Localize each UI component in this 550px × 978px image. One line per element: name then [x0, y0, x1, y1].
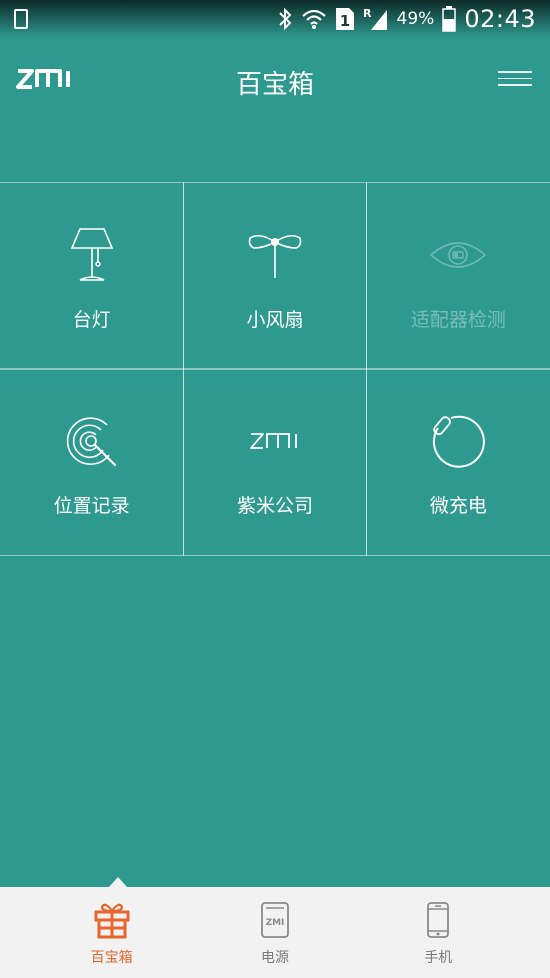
signal-icon: R	[363, 7, 387, 30]
grid-item-label: 小风扇	[246, 309, 304, 332]
sim-card-icon	[14, 9, 28, 29]
status-bar: 1 R 49% 02:43	[0, 0, 550, 38]
power-bank-icon: ZMI	[261, 902, 289, 938]
location-radar-icon	[60, 409, 124, 473]
active-tab-pointer	[109, 877, 127, 887]
power-ring-icon	[426, 409, 490, 473]
page-title: 百宝箱	[235, 69, 314, 100]
nav-item-toolbox[interactable]: 百宝箱	[30, 887, 193, 978]
eye-icon	[426, 223, 490, 287]
gift-box-icon	[94, 903, 130, 939]
menu-icon-line	[498, 71, 532, 73]
svg-text:ZMI: ZMI	[266, 918, 285, 928]
grid-item-fan[interactable]: 小风扇	[182, 182, 368, 370]
bluetooth-icon	[278, 7, 291, 31]
nav-item-power[interactable]: ZMI 电源	[193, 887, 356, 978]
grid-item-zmi-company[interactable]: 紫米公司	[182, 368, 368, 556]
fan-icon	[243, 223, 307, 287]
battery-icon	[442, 6, 457, 32]
grid-item-label: 位置记录	[53, 495, 130, 518]
sim1-icon: 1	[335, 8, 354, 30]
battery-percentage: 49%	[396, 9, 435, 29]
nav-item-phone[interactable]: 手机	[357, 887, 520, 978]
nav-label: 电源	[260, 950, 289, 966]
menu-icon-line	[498, 77, 532, 79]
grid-item-label: 微充电	[429, 495, 487, 518]
grid-item-label: 适配器检测	[410, 309, 506, 332]
zmi-logo[interactable]	[16, 68, 74, 90]
zmi-logo-icon	[243, 409, 307, 473]
wifi-icon	[301, 9, 326, 29]
desk-lamp-icon	[60, 223, 124, 287]
svg-text:R: R	[363, 7, 372, 20]
bottom-nav: 百宝箱 ZMI 电源 手机	[0, 877, 550, 978]
grid-item-adapter-check[interactable]: 适配器检测	[365, 182, 550, 370]
grid-item-label: 台灯	[72, 309, 111, 332]
grid-item-label: 紫米公司	[236, 495, 313, 518]
menu-button[interactable]	[498, 66, 532, 94]
grid-item-location-record[interactable]: 位置记录	[0, 368, 185, 556]
nav-label: 百宝箱	[90, 950, 133, 966]
menu-icon-line	[498, 84, 532, 86]
clock: 02:43	[464, 5, 536, 33]
svg-text:1: 1	[339, 12, 349, 30]
nav-items: 百宝箱 ZMI 电源 手机	[0, 887, 550, 978]
status-right: 1 R 49% 02:43	[277, 5, 536, 33]
grid-item-micro-charge[interactable]: 微充电	[365, 368, 550, 556]
grid-item-desk-lamp[interactable]: 台灯	[0, 182, 185, 370]
feature-grid: 台灯 小风扇 适配器检测 位置记录 紫米公司 微充电	[0, 182, 550, 556]
phone-icon	[427, 902, 450, 938]
app-header: 百宝箱	[0, 38, 550, 126]
nav-label: 手机	[424, 950, 453, 966]
status-left	[14, 9, 28, 29]
